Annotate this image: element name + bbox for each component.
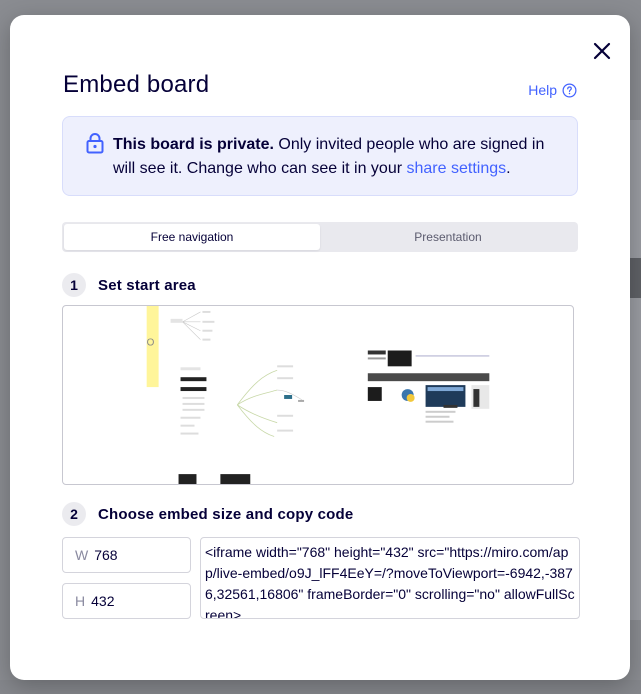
embed-mode-tabs: Free navigation Presentation	[62, 222, 578, 252]
private-notice-bold: This board is private.	[113, 136, 274, 153]
board-start-area-preview[interactable]: O	[62, 305, 574, 485]
help-link[interactable]: Help	[528, 82, 577, 98]
tab-free-navigation[interactable]: Free navigation	[64, 224, 320, 250]
width-prefix: W	[75, 547, 89, 563]
close-icon	[593, 42, 611, 60]
step-set-start-area: 1 Set start area	[62, 273, 196, 297]
board-thumbnail: O	[146, 306, 490, 484]
embed-board-modal: Embed board Help This board is private. …	[10, 15, 630, 680]
private-notice-period: .	[506, 160, 511, 177]
question-circle-icon	[562, 83, 577, 97]
share-settings-link[interactable]: share settings	[407, 160, 507, 177]
lock-icon	[85, 132, 105, 154]
help-label: Help	[528, 82, 557, 98]
step-choose-embed-size: 2 Choose embed size and copy code	[62, 502, 353, 526]
height-input[interactable]: H 432	[62, 583, 191, 619]
modal-title: Embed board	[63, 71, 210, 98]
app-background-bottom	[0, 680, 641, 694]
step-number: 1	[62, 273, 86, 297]
width-input[interactable]: W 768	[62, 537, 191, 573]
step-number: 2	[62, 502, 86, 526]
step-label: Set start area	[98, 276, 196, 294]
height-prefix: H	[75, 593, 86, 609]
embed-code-field[interactable]: <iframe width="768" height="432" src="ht…	[200, 537, 580, 619]
width-value: 768	[94, 547, 118, 563]
step-label: Choose embed size and copy code	[98, 505, 354, 523]
tab-presentation[interactable]: Presentation	[320, 224, 576, 250]
close-button[interactable]	[590, 39, 614, 63]
app-background-edge	[629, 120, 641, 620]
private-notice-text: This board is private. Only invited peop…	[113, 133, 563, 181]
height-value: 432	[91, 593, 115, 609]
private-board-notice: This board is private. Only invited peop…	[62, 116, 578, 196]
app-background-tab	[629, 258, 641, 298]
svg-text:O: O	[147, 338, 155, 349]
